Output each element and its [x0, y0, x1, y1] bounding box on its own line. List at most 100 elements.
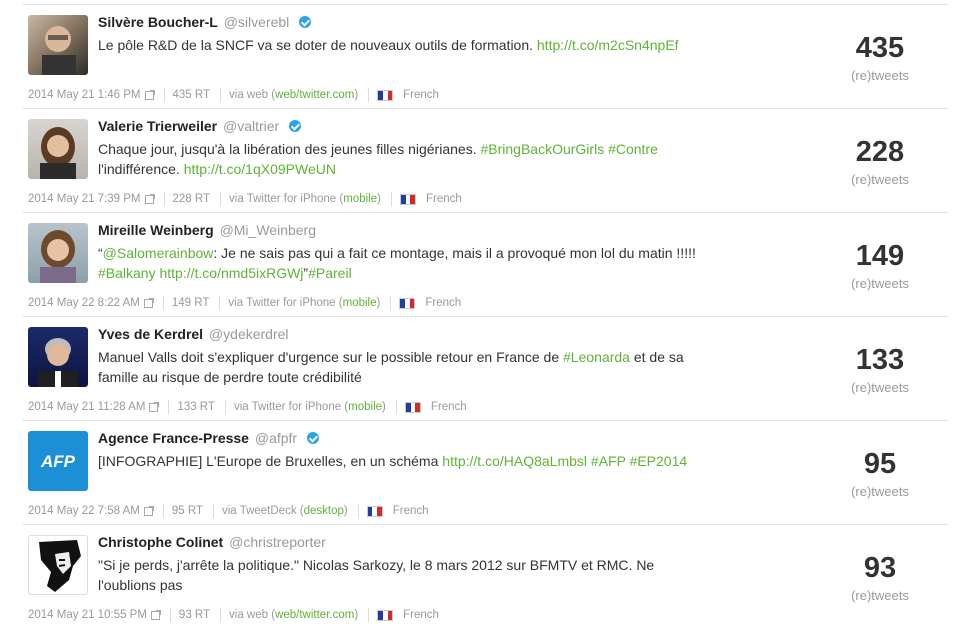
- author-handle[interactable]: @silverebl: [224, 14, 290, 30]
- tweet-date-link[interactable]: 2014 May 21 1:46 PM: [28, 89, 155, 101]
- source-link[interactable]: desktop: [304, 505, 344, 517]
- french-flag-icon: [404, 401, 421, 413]
- author-handle[interactable]: @christreporter: [229, 534, 326, 550]
- tweet-source: via TweetDeck (desktop): [222, 505, 348, 517]
- avatar[interactable]: [28, 15, 88, 75]
- tweet-header: Mireille Weinberg @Mi_Weinberg: [98, 222, 316, 238]
- retweet-total-label: (re)tweets: [851, 276, 909, 291]
- author-handle[interactable]: @Mi_Weinberg: [220, 222, 316, 238]
- divider: [213, 504, 214, 518]
- retweet-count: 95 RT: [171, 505, 203, 517]
- source-suffix: ): [382, 401, 386, 413]
- tweet-source: via web (web/twitter.com): [229, 609, 358, 621]
- avatar[interactable]: AFP: [28, 431, 88, 491]
- external-link-icon: [144, 193, 155, 204]
- avatar[interactable]: [28, 223, 88, 283]
- author-name[interactable]: Silvère Boucher-L: [98, 14, 218, 30]
- source-link[interactable]: mobile: [348, 401, 382, 413]
- tweet-header: Christophe Colinet @christreporter: [98, 534, 326, 550]
- tweet-meta: 2014 May 22 7:58 AM 95 RT via TweetDeck …: [28, 504, 429, 518]
- divider: [368, 88, 370, 102]
- source-prefix: via web (: [229, 609, 276, 621]
- tweet-link[interactable]: #Balkany: [98, 265, 156, 281]
- source-link[interactable]: web/twitter.com: [275, 89, 354, 101]
- tweet-language: French: [425, 297, 462, 309]
- tweet-text-segment: [INFOGRAPHIE] L'Europe de Bruxelles, en …: [98, 453, 443, 469]
- tweet-header: Agence France-Presse @afpfr: [98, 430, 319, 446]
- divider: [169, 608, 171, 622]
- tweet-date-link[interactable]: 2014 May 21 10:55 PM: [28, 609, 161, 621]
- french-flag-icon: [377, 609, 394, 621]
- avatar[interactable]: [28, 327, 88, 387]
- tweet-link[interactable]: #EP2014: [630, 453, 688, 469]
- tweet-text-segment: Le pôle R&D de la SNCF va se doter de no…: [98, 37, 537, 53]
- divider: [220, 88, 222, 102]
- tweet-meta: 2014 May 21 11:28 AM 133 RT via Twitter …: [28, 400, 467, 414]
- author-handle[interactable]: @ydekerdrel: [209, 326, 289, 342]
- tweet-item: Yves de Kerdrel @ydekerdrel Manuel Valls…: [0, 318, 966, 422]
- divider: [22, 4, 948, 5]
- afp-logo-text: AFP: [40, 452, 76, 471]
- retweet-total-label: (re)tweets: [851, 588, 909, 603]
- tweet-text-segment: "Si je perds, j'arrête la politique." Ni…: [98, 557, 655, 593]
- tweet-date-link[interactable]: 2014 May 22 8:22 AM: [28, 297, 154, 309]
- retweet-total: 435: [855, 32, 905, 64]
- tweet-item: Silvère Boucher-L @silverebl Le pôle R&D…: [0, 6, 966, 110]
- source-link[interactable]: mobile: [343, 297, 377, 309]
- tweet-link[interactable]: http://t.co/1qX09PWeUN: [184, 161, 336, 177]
- tweet-link[interactable]: #AFP: [591, 453, 626, 469]
- tweet-date: 2014 May 21 7:39 PM: [28, 193, 141, 205]
- tweet-text: Manuel Valls doit s'expliquer d'urgence …: [98, 347, 698, 387]
- tweet-link[interactable]: http://t.co/m2cSn4npEf: [537, 37, 679, 53]
- tweet-text: "Si je perds, j'arrête la politique." Ni…: [98, 555, 688, 595]
- author-handle[interactable]: @valtrier: [223, 118, 279, 134]
- source-link[interactable]: web/twitter.com: [275, 609, 354, 621]
- tweet-link[interactable]: http://t.co/HAQ8aLmbsl: [442, 453, 587, 469]
- tweet-link[interactable]: #Contre: [608, 141, 658, 157]
- author-name[interactable]: Christophe Colinet: [98, 534, 223, 550]
- french-flag-icon: [366, 505, 383, 517]
- tweet-language: French: [425, 193, 462, 205]
- source-suffix: ): [376, 297, 381, 309]
- tweet-meta: 2014 May 21 7:39 PM 228 RT via Twitter f…: [28, 192, 462, 206]
- author-name[interactable]: Agence France-Presse: [98, 430, 249, 446]
- source-link[interactable]: mobile: [343, 193, 377, 205]
- divider: [357, 504, 359, 518]
- tweet-link[interactable]: #BringBackOurGirls: [480, 141, 604, 157]
- author-name[interactable]: Valerie Trierweiler: [98, 118, 217, 134]
- tweet-link[interactable]: http://t.co/nmd5ixRGWj: [159, 265, 303, 281]
- tweet-meta: 2014 May 21 1:46 PM 435 RT via web (web/…: [28, 88, 439, 102]
- avatar[interactable]: [28, 119, 88, 179]
- tweet-text: [INFOGRAPHIE] L'Europe de Bruxelles, en …: [98, 451, 698, 471]
- tweet-date-link[interactable]: 2014 May 21 11:28 AM: [28, 401, 160, 413]
- external-link-icon: [150, 609, 161, 620]
- tweet-source: via Twitter for iPhone (mobile): [229, 193, 381, 205]
- tweet-item: Mireille Weinberg @Mi_Weinberg “@Salomer…: [0, 214, 966, 318]
- tweet-link[interactable]: @Salomerainbow: [103, 245, 214, 261]
- divider: [390, 296, 392, 310]
- retweet-total-label: (re)tweets: [851, 172, 909, 187]
- tweet-item: Christophe Colinet @christreporter "Si j…: [0, 526, 966, 630]
- source-prefix: via Twitter for iPhone (: [228, 297, 343, 309]
- author-name[interactable]: Mireille Weinberg: [98, 222, 214, 238]
- avatar[interactable]: [28, 535, 88, 595]
- tweet-link[interactable]: #Leonarda: [563, 349, 630, 365]
- source-suffix: ): [354, 609, 359, 621]
- author-handle[interactable]: @afpfr: [255, 430, 297, 446]
- divider: [163, 192, 165, 206]
- retweet-count: 149 RT: [171, 297, 210, 309]
- divider: [22, 212, 948, 213]
- tweet-language: French: [430, 401, 467, 413]
- tweet-header: Yves de Kerdrel @ydekerdrel: [98, 326, 289, 342]
- tweet-text-segment: Manuel Valls doit s'expliquer d'urgence …: [98, 349, 564, 365]
- tweet-date-link[interactable]: 2014 May 22 7:58 AM: [28, 505, 154, 517]
- external-link-icon: [144, 89, 155, 100]
- tweet-link[interactable]: #Pareil: [308, 265, 352, 281]
- tweet-language: French: [403, 609, 439, 621]
- divider: [22, 108, 948, 109]
- tweet-date-link[interactable]: 2014 May 21 7:39 PM: [28, 193, 155, 205]
- verified-icon: [306, 432, 319, 444]
- author-name[interactable]: Yves de Kerdrel: [98, 326, 203, 342]
- divider: [395, 400, 397, 414]
- divider: [22, 420, 948, 421]
